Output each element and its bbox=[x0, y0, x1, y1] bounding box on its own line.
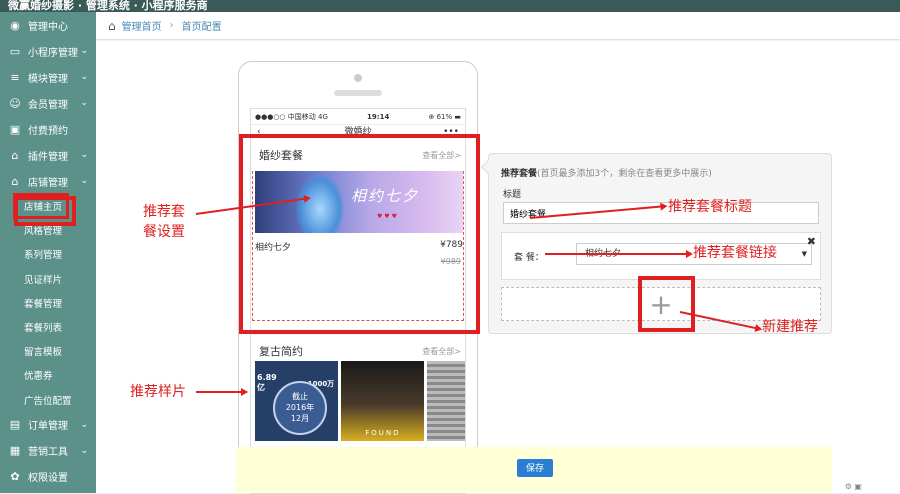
sidebar-subitem[interactable]: 系列管理 bbox=[0, 242, 96, 266]
sidebar-subitem[interactable]: 套餐列表 bbox=[0, 315, 96, 339]
highlight-box-add bbox=[638, 276, 695, 332]
sample-caption: FOUND bbox=[365, 429, 401, 437]
sidebar-subitem[interactable]: 留言模板 bbox=[0, 339, 96, 363]
sample-figure: 6.89 bbox=[257, 373, 277, 382]
store-icon: ⌂ bbox=[11, 174, 19, 188]
monitor-icon: ▭ bbox=[9, 44, 21, 58]
phone-status-bar: ●●●○○ 中国移动 4G 19:14 ⊕ 61% ▬ bbox=[251, 109, 465, 125]
chevron-down-icon: ⌄ bbox=[80, 72, 88, 82]
sidebar-item-label: 模块管理 bbox=[28, 73, 68, 85]
chevron-down-icon: ⌄ bbox=[80, 445, 88, 456]
close-icon[interactable]: ✖ bbox=[807, 235, 816, 248]
annotation-new-recommend: 新建推荐 bbox=[762, 319, 818, 335]
order-icon: ▤ bbox=[9, 418, 21, 432]
sidebar-item[interactable]: ✿ 权限设置 bbox=[0, 464, 96, 490]
chevron-right-icon: › bbox=[169, 20, 174, 31]
window-title: 微赢婚纱摄影 · 管理系统 · 小程序服务商 bbox=[0, 0, 900, 12]
annotation-recommend-setting: 推荐套 餐设置 bbox=[143, 204, 185, 240]
home-icon[interactable]: ⌂ bbox=[108, 19, 116, 33]
chevron-down-icon: ⌄ bbox=[80, 98, 88, 108]
user-icon: ☺ bbox=[9, 96, 21, 110]
title-label: 标题 bbox=[503, 190, 522, 200]
sidebar-item[interactable]: ⌂ 店铺管理 ⌄ bbox=[0, 168, 96, 194]
sidebar-item[interactable]: ≡ 模块管理 ⌄ bbox=[0, 64, 96, 90]
sidebar-item[interactable]: ☺ 会员管理 ⌄ bbox=[0, 90, 96, 116]
sidebar-item-label: 管理中心 bbox=[28, 21, 68, 33]
breadcrumb-home[interactable]: 管理首页 bbox=[122, 18, 162, 33]
sample-gallery: 6.89 亿 1000万 截止 2016年 12月 FOUND bbox=[255, 361, 465, 441]
battery-text: ⊕ 61% ▬ bbox=[428, 112, 461, 121]
sidebar-item[interactable]: ▦ 营销工具 ⌄ bbox=[0, 438, 96, 464]
save-button[interactable]: 保存 bbox=[517, 459, 553, 477]
sidebar-subitem[interactable]: 优惠券 bbox=[0, 363, 96, 387]
sidebar-item-label: 营销工具 bbox=[28, 447, 68, 459]
sample-badge: 截止 2016年 12月 bbox=[273, 381, 327, 435]
dashboard-icon: ◉ bbox=[10, 18, 20, 32]
save-bar: 保存 bbox=[236, 447, 832, 493]
sidebar-subitem[interactable]: 见证样片 bbox=[0, 267, 96, 291]
sidebar-item-label: 订单管理 bbox=[28, 421, 68, 433]
highlight-box-card bbox=[239, 134, 480, 334]
annotation-package-link: 推荐套餐链接 bbox=[693, 245, 777, 261]
sample-unit: 亿 bbox=[257, 383, 265, 392]
carrier-text: ●●●○○ 中国移动 4G bbox=[255, 112, 328, 121]
arrow-link bbox=[545, 250, 693, 258]
view-all-link[interactable]: 查看全部> bbox=[422, 346, 461, 357]
chevron-down-icon: ⌄ bbox=[80, 46, 88, 56]
sidebar-item[interactable]: ▣ 付费预约 bbox=[0, 116, 96, 142]
chevron-down-icon: ⌄ bbox=[80, 419, 88, 430]
annotation-recommend-sample: 推荐样片 bbox=[130, 384, 186, 400]
briefcase-icon: ▦ bbox=[9, 444, 21, 458]
panel-heading: 推荐套餐(首页最多添加3个，剩余在查看更多中展示) bbox=[501, 166, 712, 179]
settings-corner-icon[interactable]: ⚙ ▣ bbox=[845, 482, 862, 491]
sidebar-subitem[interactable]: 套餐管理 bbox=[0, 291, 96, 315]
sidebar-item-label: 权限设置 bbox=[28, 473, 68, 485]
highlight-box-sidebar bbox=[14, 196, 76, 226]
sample-image[interactable]: 6.89 亿 1000万 截止 2016年 12月 bbox=[255, 361, 339, 441]
sidebar-item[interactable]: ◉ 管理中心 bbox=[0, 12, 96, 38]
speaker-icon bbox=[334, 90, 382, 96]
sample-image[interactable] bbox=[427, 361, 465, 441]
package-link-label: 套 餐： bbox=[514, 253, 544, 263]
card-icon: ▣ bbox=[9, 122, 21, 136]
chevron-down-icon: ⌄ bbox=[80, 176, 88, 186]
chevron-down-icon: ⌄ bbox=[80, 150, 88, 160]
breadcrumb: ⌂ 管理首页 › 首页配置 bbox=[96, 12, 900, 40]
sidebar-item[interactable]: ▤ 订单管理 ⌄ bbox=[0, 412, 96, 438]
arrow-sample bbox=[196, 388, 248, 396]
annotation-package-title: 推荐套餐标题 bbox=[668, 199, 752, 215]
breadcrumb-current[interactable]: 首页配置 bbox=[182, 18, 222, 33]
sidebar-item[interactable]: ▭ 小程序管理 ⌄ bbox=[0, 38, 96, 64]
sidebar-item-label: 店铺管理 bbox=[28, 177, 68, 189]
time-text: 19:14 bbox=[367, 112, 390, 121]
gear-icon: ✿ bbox=[10, 470, 20, 484]
sidebar: ◉ 管理中心 ▭ 小程序管理 ⌄ ≡ 模块管理 ⌄ ☺ 会员管理 ⌄ ▣ 付费预约 ⌂ 插件管理 ⌄ ⌂ 店铺管理… bbox=[0, 12, 96, 493]
panel-heading-title: 推荐套餐 bbox=[501, 169, 538, 179]
camera-icon bbox=[354, 74, 362, 82]
sidebar-item-label: 小程序管理 bbox=[28, 47, 78, 59]
sidebar-item-label: 插件管理 bbox=[28, 151, 68, 163]
card-title: 复古简约 bbox=[259, 345, 303, 358]
sample-image[interactable]: FOUND bbox=[341, 361, 425, 441]
sidebar-item-label: 会员管理 bbox=[28, 99, 68, 111]
home-icon: ⌂ bbox=[11, 148, 19, 162]
panel-heading-hint: (首页最多添加3个，剩余在查看更多中展示) bbox=[537, 169, 712, 179]
sidebar-subitem[interactable]: 广告位配置 bbox=[0, 388, 96, 412]
sidebar-item-label: 付费预约 bbox=[28, 125, 68, 137]
list-icon: ≡ bbox=[10, 70, 20, 84]
sidebar-item[interactable]: ⌂ 插件管理 ⌄ bbox=[0, 142, 96, 168]
